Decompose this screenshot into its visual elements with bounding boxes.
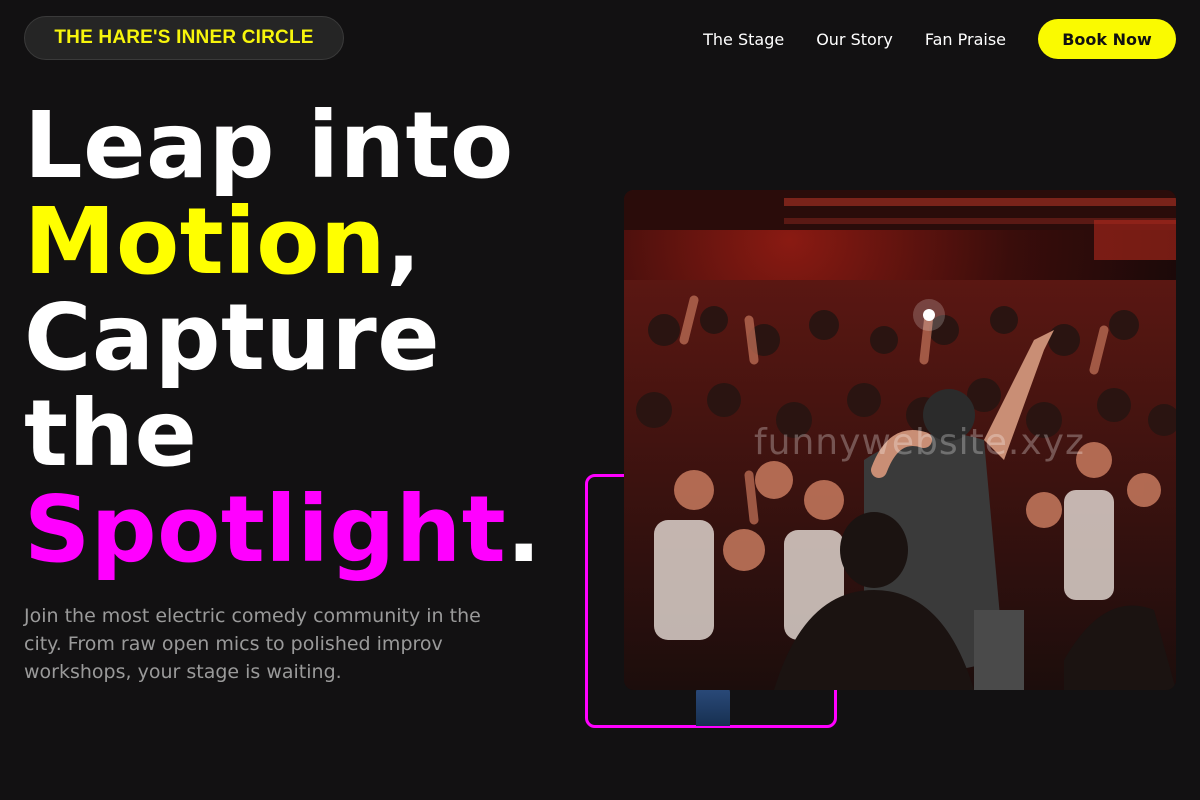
secondary-photo-glimpse: [696, 688, 730, 726]
main-nav: The Stage Our Story Fan Praise Book Now: [703, 18, 1176, 60]
nav-link-our-story[interactable]: Our Story: [816, 30, 893, 49]
book-now-button[interactable]: Book Now: [1038, 19, 1176, 59]
hero-highlight-motion: Motion: [24, 188, 386, 295]
watermark-text: funnywebsite.xyz: [754, 422, 1085, 463]
brand-logo[interactable]: THE HARE'S INNER CIRCLE: [24, 16, 344, 60]
page: THE HARE'S INNER CIRCLE The Stage Our St…: [0, 0, 1200, 800]
hero-photo: funnywebsite.xyz: [624, 190, 1176, 690]
hero-comma: ,: [385, 188, 422, 295]
hero-title-line-3: Capture: [24, 284, 441, 391]
hero-period: .: [506, 476, 542, 583]
hero-subtitle: Join the most electric comedy community …: [24, 605, 481, 683]
hero-title-line-1: Leap into: [24, 92, 514, 199]
hero-highlight-spotlight: Spotlight: [24, 476, 507, 583]
hero-title: Leap into Motion, Capture the Spotlight.: [24, 98, 542, 578]
nav-link-fan-praise[interactable]: Fan Praise: [925, 30, 1006, 49]
nav-link-the-stage[interactable]: The Stage: [703, 30, 784, 49]
hero-title-line-4: the: [24, 380, 198, 487]
hero-title-line-2: Motion,: [24, 194, 542, 290]
brand-name: THE HARE'S INNER CIRCLE: [54, 27, 314, 48]
hero-title-line-5: Spotlight.: [24, 482, 542, 578]
